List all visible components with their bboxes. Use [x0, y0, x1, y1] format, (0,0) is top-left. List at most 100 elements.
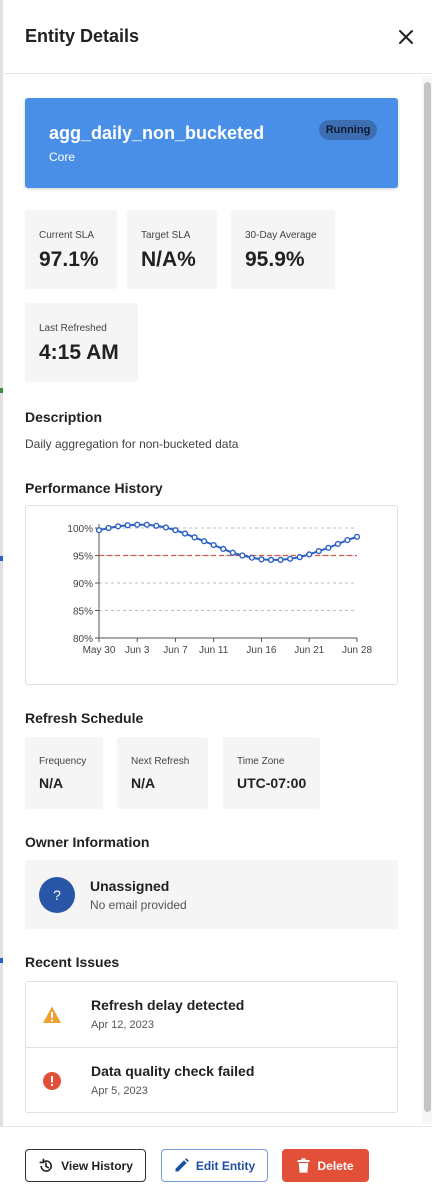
stat-value: 95.9%	[245, 248, 305, 271]
stat-card-current-sla: Current SLA 97.1%	[25, 210, 117, 289]
entity-card: agg_daily_non_bucketed Core Running	[25, 98, 398, 188]
chart-data-point	[315, 547, 322, 555]
pencil-icon	[175, 1158, 189, 1172]
chart-x-tick-label: Jun 21	[294, 645, 324, 656]
chart-data-point	[258, 556, 265, 563]
chart-data-point	[229, 549, 236, 556]
chart-data-point	[191, 534, 198, 541]
chart-y-tick-label: 90%	[73, 579, 93, 590]
chart-data-point	[306, 551, 313, 558]
error-icon	[43, 1072, 61, 1090]
background-page-edge	[0, 0, 3, 1200]
background-mark	[0, 958, 3, 963]
background-mark	[0, 556, 3, 561]
performance-chart: 100% 95% 90% 85% 80% May 30 Jun 3 Jun 7 Jun 11 Ju…	[25, 505, 398, 685]
chart-data-point	[325, 544, 332, 551]
chart-data-point	[153, 522, 160, 529]
chart-data-point	[162, 524, 169, 531]
chart-y-tick-label: 95%	[73, 552, 93, 563]
chart-data-point	[143, 521, 150, 528]
chart-data-point	[210, 541, 217, 549]
stat-card-target-sla: Target SLA N/A%	[127, 210, 217, 289]
stat-value: N/A%	[141, 248, 196, 271]
performance-heading: Performance History	[25, 480, 163, 496]
close-icon	[399, 30, 413, 44]
panel-header: Entity Details	[0, 0, 432, 74]
entity-name: agg_daily_non_bucketed	[49, 123, 265, 143]
issue-date: Apr 5, 2023	[91, 1085, 148, 1097]
chart-series-line	[98, 523, 358, 561]
chart-data-point	[296, 554, 303, 561]
delete-button[interactable]: Delete	[282, 1149, 369, 1182]
view-history-button[interactable]: View History	[25, 1149, 146, 1182]
chart-data-point	[105, 524, 112, 532]
chart-data-point	[287, 555, 294, 562]
chart-data-point	[277, 556, 284, 564]
view-history-label: View History	[61, 1158, 133, 1173]
chart-data-point	[334, 540, 341, 548]
warning-icon	[43, 1006, 61, 1023]
chart-data-point	[172, 527, 179, 534]
owner-card: ? Unassigned No email provided	[25, 860, 398, 929]
chart-data-point	[220, 545, 227, 553]
schedule-label: Time Zone	[237, 756, 285, 767]
chart-data-point	[344, 536, 351, 544]
chart-data-point	[239, 552, 246, 559]
owner-email: No email provided	[90, 898, 187, 912]
stat-value: 97.1%	[39, 248, 99, 271]
issue-title: Data quality check failed	[91, 1063, 255, 1079]
chart-data-point	[181, 530, 189, 537]
edit-entity-button[interactable]: Edit Entity	[161, 1149, 268, 1182]
history-icon	[39, 1158, 53, 1172]
chart-y-tick-label: 85%	[73, 607, 93, 618]
trash-icon	[297, 1158, 310, 1173]
stat-label: Last Refreshed	[39, 323, 107, 334]
schedule-value: N/A	[39, 775, 64, 791]
schedule-label: Frequency	[39, 756, 87, 767]
schedule-time-zone: Time Zone UTC-07:00	[223, 737, 320, 809]
issue-title: Refresh delay detected	[91, 997, 245, 1013]
chart-x-tick-label: May 30	[83, 645, 116, 656]
stat-value: 4:15 AM	[39, 341, 119, 364]
stat-card-last-refreshed: Last Refreshed 4:15 AM	[25, 303, 138, 382]
close-button[interactable]	[394, 25, 418, 49]
stat-label: Target SLA	[141, 230, 191, 241]
description-text: Daily aggregation for non-bucketed data	[25, 437, 239, 451]
stat-label: 30-Day Average	[245, 230, 317, 241]
schedule-next-refresh: Next Refresh N/A	[117, 737, 208, 809]
chart-data-point	[115, 523, 122, 530]
background-mark	[0, 388, 3, 393]
chart-x-tick-label: Jun 11	[199, 645, 229, 656]
description-heading: Description	[25, 409, 103, 425]
chart-data-point	[267, 556, 275, 564]
schedule-label: Next Refresh	[131, 756, 190, 767]
panel-footer: View History Edit Entity Delete	[0, 1126, 432, 1200]
chart-data-point	[353, 533, 361, 540]
chart-data-point	[134, 521, 141, 528]
stat-label: Current SLA	[39, 230, 95, 241]
entity-group: Core	[49, 150, 76, 164]
schedule-value: UTC-07:00	[237, 775, 307, 791]
chart-x-tick-label: Jun 16	[246, 645, 276, 656]
avatar: ?	[39, 877, 75, 913]
chart-data-point	[95, 527, 103, 534]
issues-list: Refresh delay detected Apr 12, 2023 Data…	[25, 981, 398, 1113]
list-item[interactable]: Data quality check failed Apr 5, 2023	[26, 1047, 397, 1112]
schedule-heading: Refresh Schedule	[25, 710, 144, 726]
chart-y-tick-label: 100%	[67, 524, 93, 535]
edit-entity-label: Edit Entity	[195, 1158, 256, 1173]
chart-data-point	[248, 554, 255, 561]
chart-data-point	[124, 522, 131, 529]
issues-heading: Recent Issues	[25, 954, 120, 970]
panel-title: Entity Details	[25, 26, 140, 46]
chart-x-tick-label: Jun 7	[163, 645, 188, 656]
issue-date: Apr 12, 2023	[91, 1019, 154, 1031]
performance-chart-svg: 100% 95% 90% 85% 80%May 30 Jun 3 Jun 7 Jun 11 Ju…	[67, 521, 372, 656]
schedule-value: N/A	[131, 775, 156, 791]
delete-label: Delete	[317, 1158, 354, 1173]
owner-heading: Owner Information	[25, 834, 150, 850]
list-item[interactable]: Refresh delay detected Apr 12, 2023	[26, 982, 397, 1047]
scrollbar-thumb[interactable]	[424, 82, 431, 1112]
chart-x-tick-label: Jun 3	[125, 645, 150, 656]
chart-x-tick-label: Jun 28	[342, 645, 372, 656]
